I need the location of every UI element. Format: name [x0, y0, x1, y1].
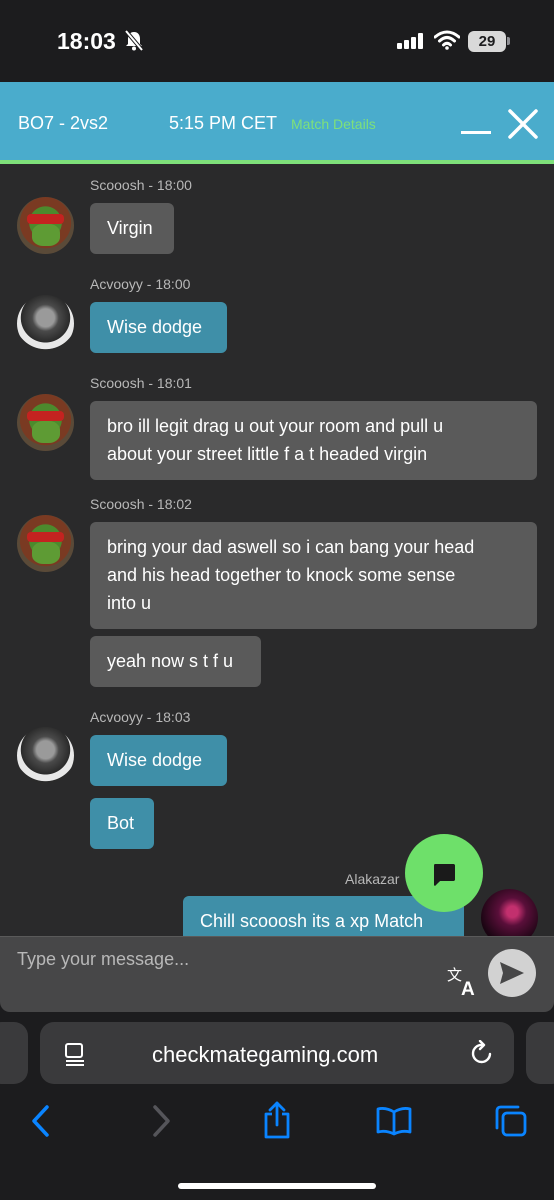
- url-text: checkmategaming.com: [152, 1042, 379, 1067]
- message-input[interactable]: [0, 937, 440, 981]
- message-line: and his head together to knock some sens…: [107, 565, 456, 585]
- message-line: bring your dad aswell so i can bang your…: [107, 537, 475, 557]
- message-bubble: Wise dodge: [90, 302, 227, 353]
- reload-icon[interactable]: [470, 1040, 494, 1066]
- prev-tab-peek[interactable]: [0, 1022, 28, 1084]
- browser-chrome: checkmategaming.com: [0, 1012, 554, 1200]
- status-time: 18:03: [57, 28, 116, 54]
- bookmarks-icon[interactable]: [376, 1106, 412, 1136]
- chat-fab-button[interactable]: [405, 834, 483, 912]
- translate-icon[interactable]: 文 A: [447, 965, 481, 997]
- close-icon[interactable]: [507, 108, 539, 140]
- message-meta: Scooosh - 18:01: [90, 375, 192, 391]
- message-composer: 文 A: [0, 936, 554, 1012]
- minimize-icon[interactable]: [461, 110, 493, 134]
- message-line: about your street little f a t headed vi…: [107, 444, 428, 464]
- match-details-link[interactable]: Match Details: [291, 116, 376, 132]
- message-meta: Scooosh - 18:00: [90, 177, 192, 193]
- wifi-icon: [434, 30, 460, 50]
- bell-slash-icon: [124, 30, 144, 52]
- avatar: [481, 889, 538, 936]
- avatar: [17, 727, 74, 784]
- message-line: into u: [107, 593, 152, 613]
- message-bubble: yeah now s t f u: [90, 636, 261, 687]
- message-bubble: Wise dodge: [90, 735, 227, 786]
- avatar: [17, 394, 74, 451]
- message-meta: Scooosh - 18:02: [90, 496, 192, 512]
- match-title: BO7 - 2vs2: [18, 113, 109, 133]
- message-bubble: Bot: [90, 798, 154, 849]
- message-bubble: Virgin: [90, 203, 174, 254]
- avatar: [17, 295, 74, 352]
- forward-icon[interactable]: [150, 1104, 172, 1138]
- svg-text:A: A: [461, 979, 475, 997]
- send-button[interactable]: [488, 949, 536, 997]
- send-icon: [500, 962, 524, 984]
- message-bubble: bro ill legit drag u out your room and p…: [90, 401, 537, 480]
- chat-header: BO7 - 2vs2 5:15 PM CET Match Details: [0, 82, 554, 164]
- message-meta: Acvooyy - 18:00: [90, 276, 191, 292]
- match-time: 5:15 PM CET: [169, 113, 278, 133]
- avatar: [17, 197, 74, 254]
- tabs-icon[interactable]: [494, 1104, 528, 1138]
- address-bar[interactable]: checkmategaming.com: [40, 1022, 514, 1084]
- message-list[interactable]: Scooosh - 18:00 Virgin Acvooyy - 18:00 W…: [0, 164, 554, 936]
- back-icon[interactable]: [30, 1104, 52, 1138]
- chat-bubble-icon: [434, 864, 455, 886]
- message-meta: Acvooyy - 18:03: [90, 709, 191, 725]
- home-indicator: [178, 1183, 376, 1189]
- next-tab-peek[interactable]: [526, 1022, 554, 1084]
- battery-cap: [507, 37, 510, 45]
- share-icon[interactable]: [262, 1100, 292, 1140]
- message-bubble: bring your dad aswell so i can bang your…: [90, 522, 537, 629]
- message-meta: Alakazar: [345, 871, 400, 887]
- message-line: bro ill legit drag u out your room and p…: [107, 416, 444, 436]
- svg-text:文: 文: [447, 966, 462, 984]
- status-bar: 18:03 29: [0, 0, 554, 82]
- battery-indicator: 29: [468, 31, 506, 52]
- avatar: [17, 515, 74, 572]
- reader-icon[interactable]: [64, 1042, 86, 1066]
- signal-icon: [397, 33, 423, 49]
